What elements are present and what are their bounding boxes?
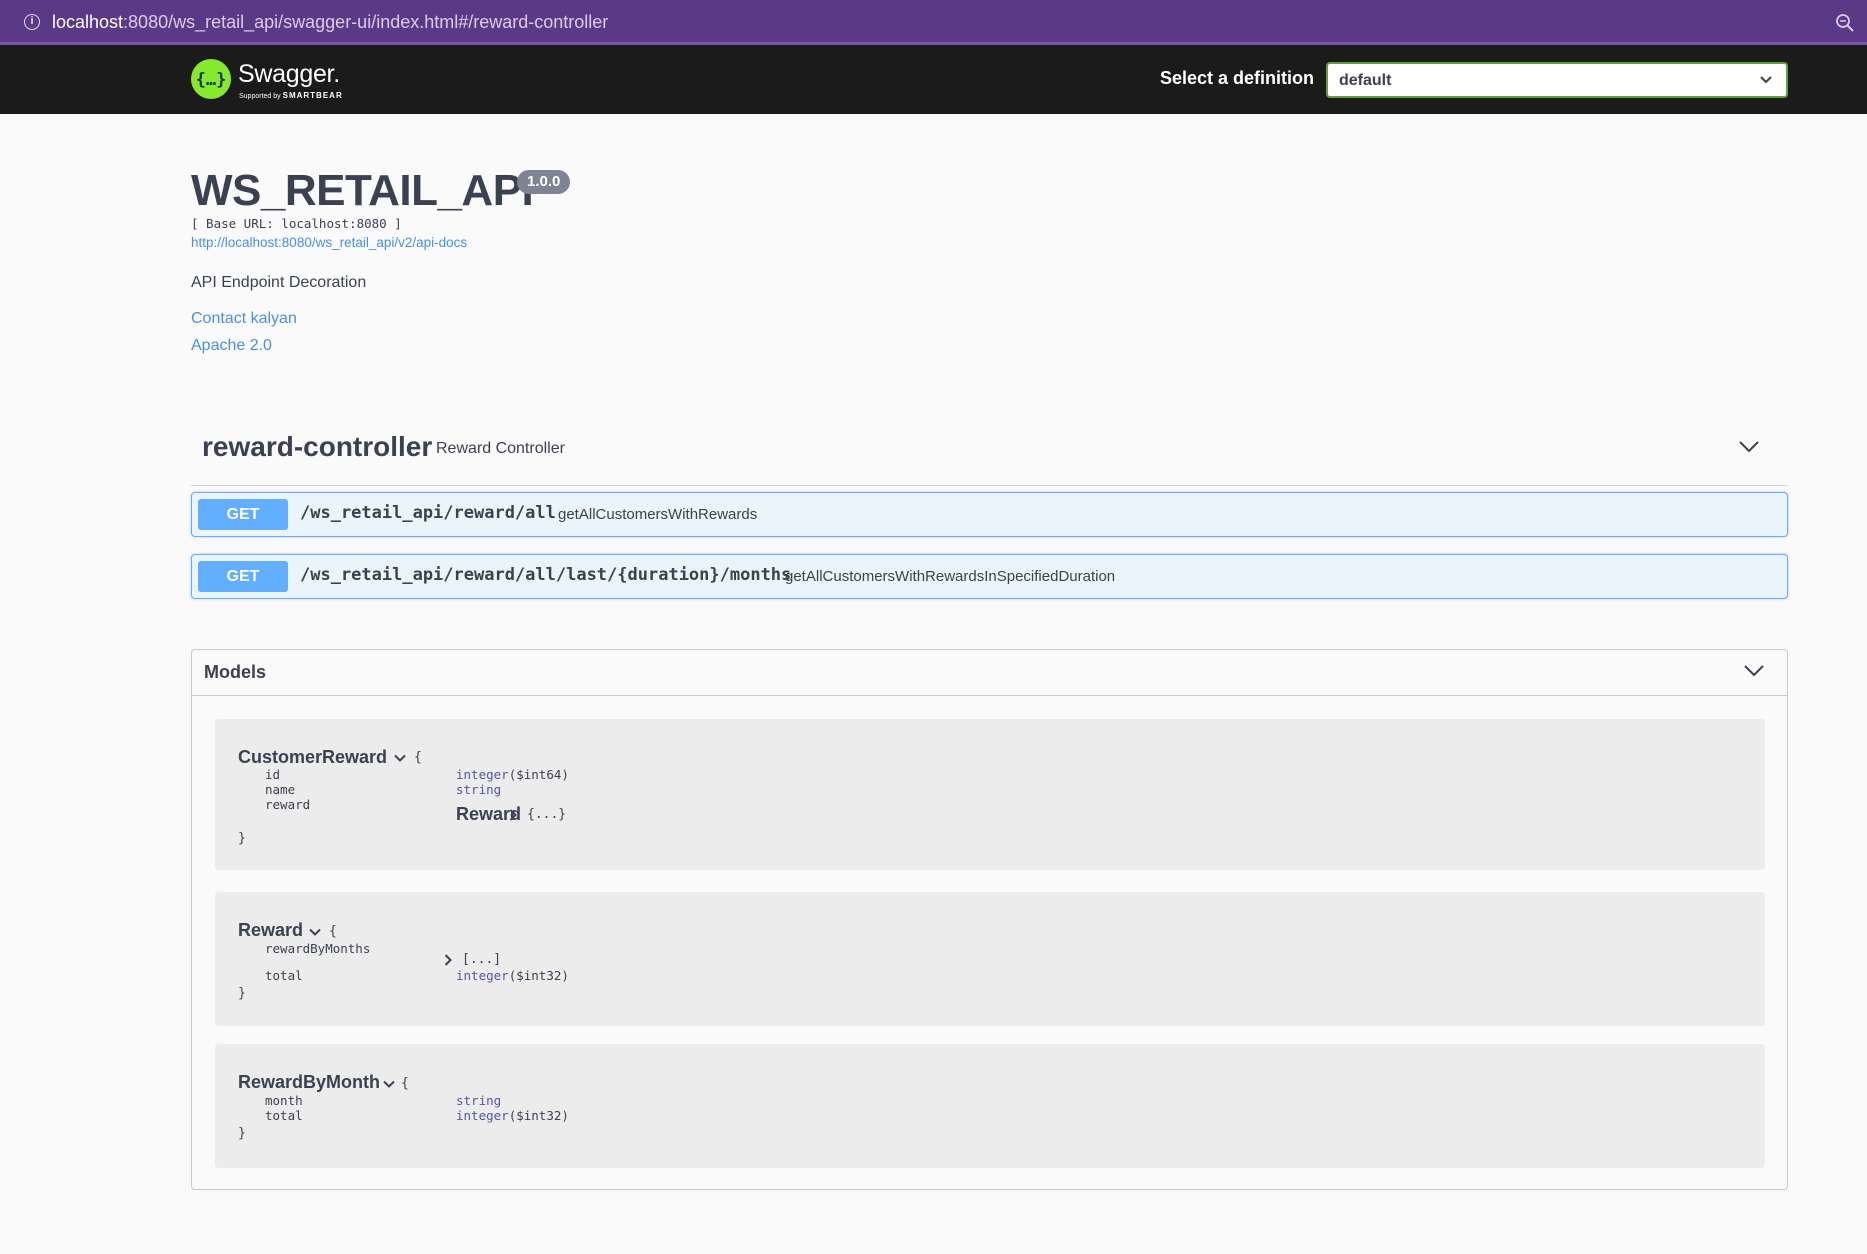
chevron-down-icon[interactable] <box>1738 440 1760 454</box>
models-section: Models CustomerReward { id integer($int6… <box>191 649 1788 1190</box>
definition-select-value: default <box>1339 72 1392 89</box>
open-brace: { <box>414 750 422 765</box>
prop-type: integer($int32) <box>456 968 569 983</box>
swagger-logo-name: Swagger. <box>238 60 340 88</box>
operation-path: /ws_retail_api/reward/all/last/{duration… <box>300 565 792 585</box>
chevron-down-icon[interactable] <box>383 1080 395 1089</box>
prop-name: reward <box>265 797 311 812</box>
prop-type: string <box>456 782 502 797</box>
chevron-down-icon[interactable] <box>394 754 406 763</box>
open-brace: { <box>401 1076 409 1091</box>
operation-get-reward-all[interactable]: GET /ws_retail_api/reward/all getAllCust… <box>191 492 1788 537</box>
prop-type: integer($int64) <box>456 767 569 782</box>
zoom-icon[interactable] <box>1835 13 1855 33</box>
chevron-down-icon[interactable] <box>309 928 321 937</box>
model-reward-by-month: RewardByMonth { month string total integ… <box>215 1044 1765 1168</box>
model-name[interactable]: CustomerReward <box>238 747 387 768</box>
address-url[interactable]: localhost:8080/ws_retail_api/swagger-ui/… <box>52 12 608 33</box>
operation-path: /ws_retail_api/reward/all <box>300 503 556 523</box>
tag-name: reward-controller <box>202 431 433 462</box>
model-name[interactable]: Reward <box>238 920 303 941</box>
tag-header-reward-controller[interactable]: reward-controller Reward Controller <box>191 426 1788 486</box>
prop-name: name <box>265 782 296 797</box>
models-title: Models <box>204 662 267 682</box>
chevron-right-icon[interactable] <box>444 954 453 966</box>
close-brace: } <box>238 986 246 1001</box>
method-badge: GET <box>198 561 288 592</box>
prop-name: month <box>265 1093 303 1108</box>
operation-get-reward-all-last-duration-months[interactable]: GET /ws_retail_api/reward/all/last/{dura… <box>191 554 1788 599</box>
chevron-down-icon <box>1760 76 1772 84</box>
close-brace: } <box>238 831 246 846</box>
chevron-right-icon[interactable] <box>509 809 518 821</box>
models-header[interactable]: Models <box>192 650 1787 696</box>
model-customer-reward: CustomerReward { id integer($int64) name… <box>215 719 1765 870</box>
operation-summary: getAllCustomersWithRewards <box>558 506 758 523</box>
api-title: WS_RETAIL_API <box>191 166 534 215</box>
close-brace: } <box>238 1126 246 1141</box>
swagger-logo[interactable]: {…} Swagger. Supported by SMARTBEAR <box>191 57 351 103</box>
browser-address-bar: i localhost:8080/ws_retail_api/swagger-u… <box>0 0 1867 45</box>
chevron-down-icon[interactable] <box>1743 664 1765 678</box>
contact-link[interactable]: Contact kalyan <box>191 310 297 328</box>
prop-name: total <box>265 1108 303 1123</box>
prop-name: id <box>265 767 281 782</box>
site-info-icon[interactable]: i <box>24 14 40 30</box>
operation-summary: getAllCustomersWithRewardsInSpecifiedDur… <box>785 568 1116 585</box>
base-url: [ Base URL: localhost:8080 ] <box>191 216 402 231</box>
collapsed-object[interactable]: {...} <box>527 807 566 822</box>
swagger-logo-icon: {…} <box>191 59 231 99</box>
license-link[interactable]: Apache 2.0 <box>191 337 272 355</box>
api-docs-link[interactable]: http://localhost:8080/ws_retail_api/v2/a… <box>191 235 467 250</box>
collapsed-array[interactable]: [...] <box>462 952 501 967</box>
prop-type: integer($int32) <box>456 1108 569 1123</box>
model-name[interactable]: RewardByMonth <box>238 1072 380 1093</box>
svg-text:{…}: {…} <box>196 70 227 90</box>
swagger-logo-support: Supported by SMARTBEAR <box>239 91 343 100</box>
version-badge: 1.0.0 <box>517 170 571 194</box>
model-reward: Reward { rewardByMonths [...] total inte… <box>215 892 1765 1026</box>
definition-select[interactable]: default <box>1326 62 1788 98</box>
prop-name: total <box>265 968 303 983</box>
method-badge: GET <box>198 499 288 530</box>
tag-description: Reward Controller <box>436 440 565 457</box>
prop-type: string <box>456 1093 502 1108</box>
open-brace: { <box>329 924 337 939</box>
swagger-topbar: {…} Swagger. Supported by SMARTBEAR Sele… <box>0 45 1867 114</box>
api-description: API Endpoint Decoration <box>191 274 367 291</box>
prop-name: rewardByMonths <box>265 941 371 956</box>
definition-label: Select a definition <box>1159 68 1314 88</box>
